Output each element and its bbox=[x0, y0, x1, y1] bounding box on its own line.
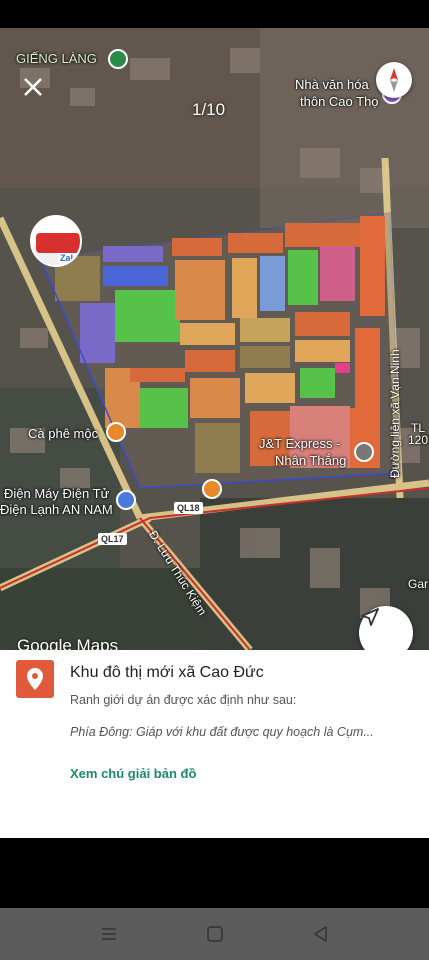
close-button[interactable] bbox=[22, 72, 52, 102]
zalo-label: Zalo bbox=[58, 253, 80, 263]
satellite-map[interactable]: GIẾNG LÀNG Nhà văn hóa thôn Cao Thọ Đườn… bbox=[0, 28, 429, 650]
card-description-detail: Phía Đông: Giáp với khu đất được quy hoạ… bbox=[70, 725, 374, 739]
label-duong-lien-xa: Đường liên xã Vạn Ninh bbox=[388, 349, 402, 478]
map-legend-link[interactable]: Xem chú giải bản đồ bbox=[70, 766, 196, 781]
label-nha-van-hoa: Nhà văn hóa bbox=[295, 77, 369, 92]
home-square-icon bbox=[207, 926, 223, 942]
shop-icon[interactable] bbox=[116, 490, 136, 510]
place-info-card[interactable]: Khu đô thị mới xã Cao Đức Ranh giới dự á… bbox=[0, 650, 429, 838]
road-shield-ql18: QL18 bbox=[174, 502, 203, 514]
card-title: Khu đô thị mới xã Cao Đức bbox=[70, 664, 264, 681]
compass-button[interactable] bbox=[376, 62, 412, 98]
cafe-icon[interactable] bbox=[106, 422, 126, 442]
label-gieng-lang: GIẾNG LÀNG bbox=[16, 51, 97, 66]
label-dien-lanh: Điện Lạnh AN NAM bbox=[0, 502, 113, 517]
compass-icon bbox=[390, 68, 398, 92]
close-icon bbox=[24, 78, 42, 96]
restaurant-icon[interactable] bbox=[202, 479, 222, 499]
home-button[interactable] bbox=[203, 922, 227, 946]
menu-icon bbox=[102, 928, 116, 940]
google-maps-watermark: Google Maps bbox=[17, 636, 119, 650]
label-dien-may: Điện Máy Điện Tử bbox=[4, 486, 110, 501]
card-location-badge bbox=[16, 660, 54, 698]
back-triangle-icon bbox=[314, 926, 327, 942]
image-counter: 1/10 bbox=[192, 100, 226, 119]
road-shield-ql17: QL17 bbox=[98, 533, 127, 545]
label-gar: Gar bbox=[408, 577, 429, 591]
card-description: Ranh giới dự án được xác định như sau: bbox=[70, 693, 297, 707]
label-nhan-thang: Nhân Thắng bbox=[275, 453, 347, 468]
empty-area bbox=[0, 838, 429, 908]
back-button[interactable] bbox=[309, 922, 333, 946]
label-thon-cao-tho: thôn Cao Thọ bbox=[300, 94, 379, 109]
screen: { "map": { "labels": { "gieng_lang": "GI… bbox=[0, 0, 429, 960]
label-jt-express: J&T Express - bbox=[259, 436, 341, 451]
label-120: 120 bbox=[408, 433, 429, 447]
zalo-avatar[interactable]: Zalo bbox=[30, 215, 82, 267]
location-pin-icon bbox=[27, 668, 43, 690]
label-ca-phe-moc: Cà phê mộc bbox=[28, 426, 99, 441]
navigation-arrow-icon bbox=[361, 608, 379, 626]
system-navigation-bar bbox=[0, 908, 429, 960]
place-pin-icon[interactable] bbox=[354, 442, 374, 462]
park-icon bbox=[108, 49, 128, 69]
menu-button[interactable] bbox=[97, 922, 121, 946]
